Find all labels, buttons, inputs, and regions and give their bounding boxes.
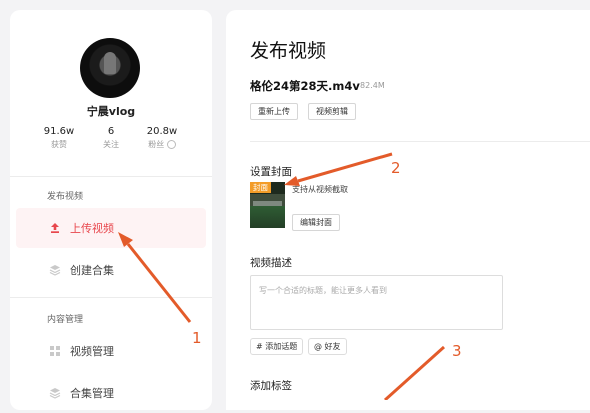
tags-label: 添加标签 xyxy=(250,380,292,392)
description-input[interactable]: 写一个合适的标题，能让更多人看到 xyxy=(250,275,503,330)
file-name: 格伦24第28天.m4v xyxy=(250,79,360,93)
sidebar-item-label: 创建合集 xyxy=(70,264,114,277)
description-label: 视频描述 xyxy=(250,257,292,269)
username: 宁晨vlog xyxy=(86,105,136,118)
sidebar-divider xyxy=(10,297,212,298)
sidebar-item-label: 合集管理 xyxy=(70,387,114,400)
upload-icon xyxy=(48,221,62,235)
stat-followers-label-text: 粉丝 xyxy=(148,140,165,149)
sidebar-item-upload-video[interactable]: 上传视频 xyxy=(16,208,206,248)
cover-tag: 封面 xyxy=(250,182,271,193)
cover-image-field xyxy=(250,206,285,228)
collection-manage-icon xyxy=(48,386,62,400)
sidebar-item-label: 视频管理 xyxy=(70,345,114,358)
main-divider xyxy=(250,141,590,142)
info-icon xyxy=(166,140,176,149)
page-title: 发布视频 xyxy=(250,40,327,62)
reupload-button[interactable]: 重新上传 xyxy=(250,103,298,120)
edit-video-button[interactable]: 视频剪辑 xyxy=(308,103,356,120)
cover-section-label: 设置封面 xyxy=(250,166,292,178)
annotation-number-3: 3 xyxy=(452,342,462,360)
annotation-number-1: 1 xyxy=(192,329,202,347)
avatar[interactable] xyxy=(80,38,140,98)
stat-likes: 91.6w 获赞 xyxy=(29,126,89,150)
cover-hint: 支持从视频截取 xyxy=(292,185,348,194)
stat-followers-label: 粉丝 xyxy=(132,139,192,150)
collection-icon xyxy=(48,263,62,277)
cover-thumbnail[interactable]: 封面 xyxy=(250,182,285,228)
edit-cover-button[interactable]: 编辑封面 xyxy=(292,214,340,231)
annotation-number-2: 2 xyxy=(391,159,401,177)
video-grid-icon xyxy=(48,344,62,358)
sidebar-item-label: 上传视频 xyxy=(70,222,114,235)
sidebar-divider xyxy=(10,176,212,177)
section-title-publish: 发布视频 xyxy=(47,192,84,202)
stat-likes-value: 91.6w xyxy=(43,126,75,137)
sidebar-item-create-collection[interactable]: 创建合集 xyxy=(16,250,206,290)
stat-followers[interactable]: 20.8w 粉丝 xyxy=(132,126,192,150)
add-topic-button[interactable]: # 添加话题 xyxy=(250,338,304,355)
file-size: 82.4M xyxy=(360,81,385,90)
section-title-content: 内容管理 xyxy=(47,315,84,325)
stat-likes-label: 获赞 xyxy=(51,140,67,149)
mention-friend-button[interactable]: @ 好友 xyxy=(308,338,347,355)
sidebar-item-collection-manage[interactable]: 合集管理 xyxy=(16,373,206,413)
sidebar-item-video-manage[interactable]: 视频管理 xyxy=(16,331,206,371)
stat-followers-value: 20.8w xyxy=(146,126,178,137)
